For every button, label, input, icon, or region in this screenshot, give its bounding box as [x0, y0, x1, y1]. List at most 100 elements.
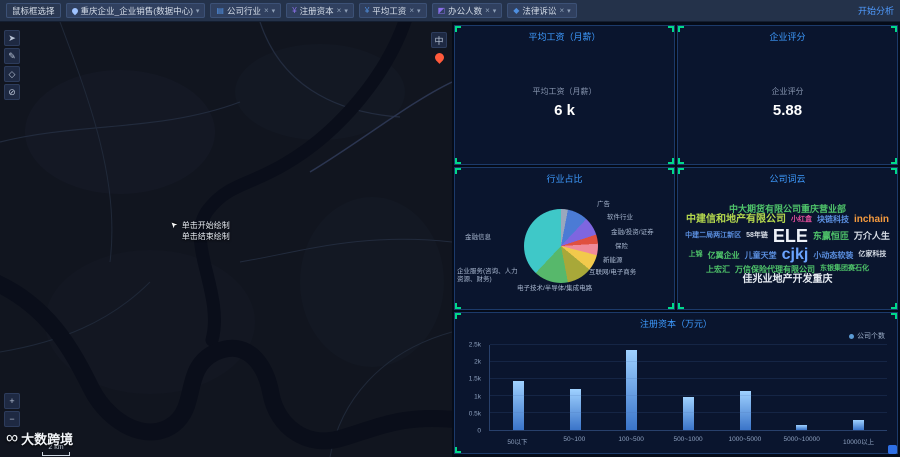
legend: 公司个数: [849, 331, 885, 341]
company-wordcloud-panel: 公司词云 中大期货有限公司重庆营业部 中建信和地产有限公司 小红盒 块链科技 incha…: [677, 167, 898, 310]
box-select-button[interactable]: 鼠标框选择: [6, 3, 61, 18]
salary-filter-icon: ¥: [364, 6, 370, 15]
pie-chart[interactable]: [524, 209, 598, 283]
close-icon[interactable]: ×: [485, 6, 490, 15]
cloud-word[interactable]: 上宏汇: [706, 265, 730, 274]
dashboard: 鼠标框选择 重庆企业_企业销售(数据中心) ▾ ▤ 公司行业 × ▾ ¥ 注册资…: [0, 0, 900, 457]
cloud-word[interactable]: 东赢恒匝: [813, 231, 849, 241]
cloud-word[interactable]: 中大期货有限公司重庆营业部: [729, 204, 846, 214]
close-icon[interactable]: ×: [337, 6, 342, 15]
bar[interactable]: [626, 350, 638, 430]
draw-tool-button[interactable]: ✎: [4, 48, 20, 64]
cloud-word[interactable]: 中建二局两江新区: [685, 232, 741, 240]
cloud-word[interactable]: 上锦: [689, 251, 703, 259]
cursor-icon: ➤: [8, 32, 16, 43]
map-pin-icon[interactable]: [432, 51, 446, 64]
map-side-controls: 中: [431, 32, 447, 64]
bar[interactable]: [683, 396, 695, 430]
cloud-word[interactable]: cjkj: [782, 246, 809, 264]
cloud-word[interactable]: 万信保险代理有限公司: [735, 265, 815, 274]
filter-label: 公司行业: [226, 5, 261, 16]
cloud-word[interactable]: 东银集团赛石化: [820, 265, 869, 273]
y-axis-tick: 1.5k: [468, 375, 481, 383]
map-draw-toolbar: ➤ ✎ ◇ ⊘: [4, 30, 20, 100]
y-axis-tick: 2k: [474, 358, 481, 366]
x-axis-label: 10000以上: [843, 439, 875, 446]
metric: 平均工资（月薪） 6 k: [455, 86, 674, 119]
registered-capital-panel: 注册资本（万元） 公司个数 0 0.5k 1k 1.5k 2k 2.5k 50以下 50~1…: [454, 312, 898, 454]
corner-accent: [668, 303, 674, 309]
cloud-word[interactable]: 小动态软装: [813, 251, 853, 260]
bar-plot: [489, 344, 887, 431]
filter-office-headcount[interactable]: ◩ 办公人数 × ▾: [431, 3, 503, 18]
corner-accent: [678, 158, 684, 164]
scale-line: [42, 452, 70, 456]
x-axis-label: 100~500: [618, 436, 644, 443]
metric-label: 平均工资（月薪）: [532, 87, 597, 96]
bar-slot: [490, 345, 547, 430]
cloud-word[interactable]: ELE: [773, 226, 808, 247]
cloud-word[interactable]: inchain: [854, 214, 889, 226]
filter-average-salary[interactable]: ¥ 平均工资 × ▾: [358, 3, 427, 18]
bar-slot: [547, 345, 604, 430]
polygon-icon: ◇: [8, 68, 16, 79]
corner-accent: [455, 447, 461, 453]
cloud-word[interactable]: 块链科技: [817, 215, 849, 224]
chevron-down-icon: ▾: [416, 7, 421, 15]
close-icon[interactable]: ×: [264, 6, 269, 15]
zoom-out-button[interactable]: −: [4, 411, 20, 427]
start-analysis-button[interactable]: 开始分析: [858, 4, 894, 17]
brand-text: 大数跨境: [21, 431, 74, 447]
toolbar: 鼠标框选择 重庆企业_企业销售(数据中心) ▾ ▤ 公司行业 × ▾ ¥ 注册资…: [0, 0, 900, 22]
map[interactable]: ➤ ✎ ◇ ⊘ + − 中 ➤ 单击开始绘制 单击结束绘制 2 km ∞ 大数跨…: [0, 22, 452, 457]
pie-label: 软件行业: [607, 214, 633, 221]
panel-title: 企业评分: [769, 32, 806, 42]
legend-label: 公司个数: [857, 333, 885, 340]
y-axis-tick: 0.5k: [468, 410, 481, 418]
cloud-word[interactable]: 小红盒: [791, 216, 812, 224]
mouse-cursor-icon: ➤: [168, 219, 180, 231]
clear-icon: ⊘: [8, 86, 16, 97]
close-icon[interactable]: ×: [559, 6, 564, 15]
cloud-word[interactable]: 中建信和地产有限公司: [686, 214, 786, 226]
dataset-label: 重庆企业_企业销售(数据中心): [80, 5, 193, 16]
cursor-tool-button[interactable]: ➤: [4, 30, 20, 46]
corner-accent: [891, 158, 897, 164]
corner-accent: [455, 168, 461, 174]
metric-value: 6 k: [554, 102, 575, 119]
cloud-word[interactable]: 亿家科技: [858, 251, 886, 259]
draw-hint: ➤ 单击开始绘制 单击结束绘制: [168, 219, 230, 242]
draw-hint-line1: 单击开始绘制: [181, 221, 230, 230]
bar[interactable]: [796, 424, 808, 430]
zoom-in-button[interactable]: +: [4, 393, 20, 409]
metric: 企业评分 5.88: [678, 86, 897, 119]
pie-label: 电子技术/半导体/集成电路: [517, 285, 593, 292]
x-axis-label: 50~100: [563, 436, 586, 443]
dataset-selector[interactable]: 重庆企业_企业销售(数据中心) ▾: [65, 3, 206, 18]
bar[interactable]: [739, 390, 751, 430]
corner-accent: [455, 303, 461, 309]
language-layer-button[interactable]: 中: [431, 32, 447, 48]
polygon-tool-button[interactable]: ◇: [4, 66, 20, 82]
filter-company-industry[interactable]: ▤ 公司行业 × ▾: [210, 3, 282, 18]
pie-label: 金融/投资/证券: [611, 229, 654, 236]
panel-title: 行业占比: [546, 174, 583, 184]
filter-registered-capital[interactable]: ¥ 注册资本 × ▾: [286, 3, 354, 18]
x-axis-label: 5000~10000: [783, 436, 820, 443]
clear-tool-button[interactable]: ⊘: [4, 84, 20, 100]
cloud-word[interactable]: 儿童天堂: [745, 251, 777, 260]
cloud-word[interactable]: 58年链: [746, 232, 768, 240]
industry-filter-icon: ▤: [216, 6, 224, 15]
cloud-word[interactable]: 亿翼企业: [708, 251, 740, 260]
bar[interactable]: [853, 419, 865, 430]
chevron-down-icon: ▾: [271, 7, 276, 15]
mini-badge-button[interactable]: [888, 445, 897, 454]
gridline: [490, 412, 887, 413]
cloud-word[interactable]: 佳兆业地产开发重庆: [743, 274, 833, 286]
close-icon[interactable]: ×: [409, 6, 414, 15]
filter-label: 法律诉讼: [522, 5, 557, 16]
bar[interactable]: [512, 380, 524, 430]
cloud-word[interactable]: 万介人生: [854, 231, 890, 241]
filter-legal-litigation[interactable]: ◆ 法律诉讼 × ▾: [507, 3, 577, 18]
y-axis-tick: 0: [477, 427, 481, 435]
